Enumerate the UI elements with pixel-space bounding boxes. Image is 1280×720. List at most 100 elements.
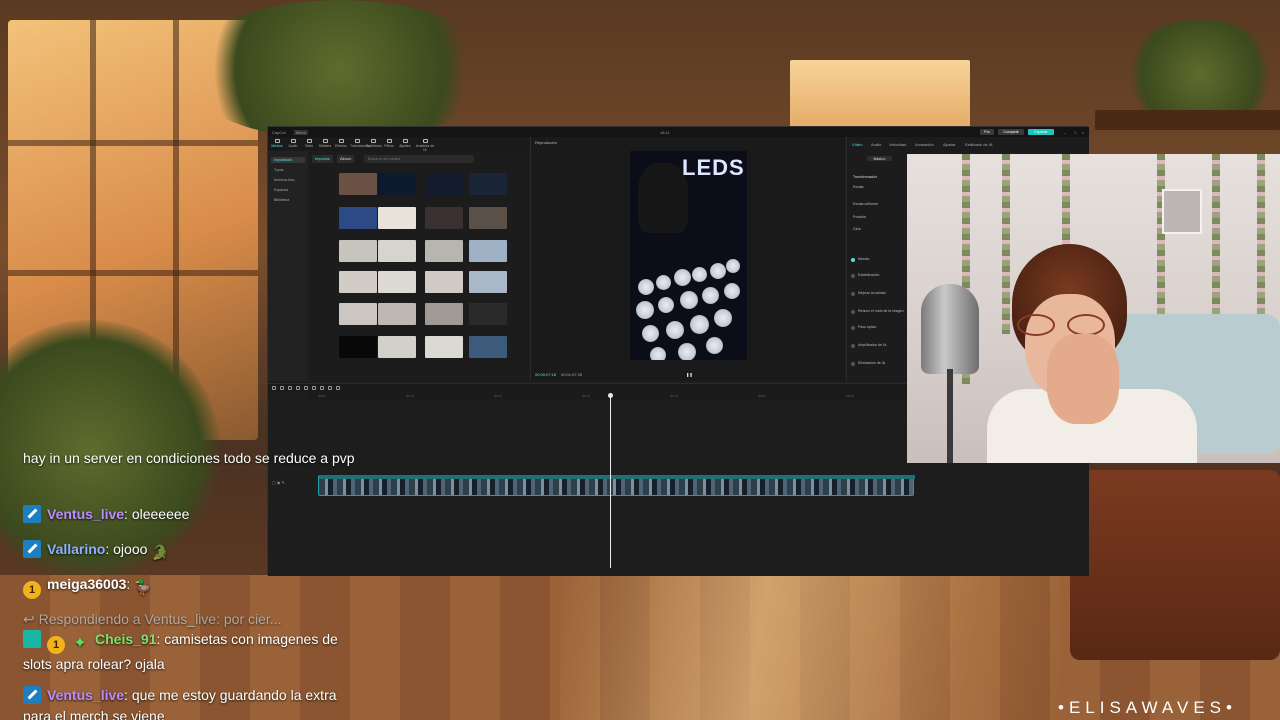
ruler-tick: 00:30 bbox=[582, 394, 590, 398]
share-button[interactable]: Compartir bbox=[998, 129, 1024, 135]
tab-velocidad[interactable]: Velocidad bbox=[889, 142, 906, 147]
tab-estilizado[interactable]: Estilizado de IA bbox=[965, 142, 993, 147]
media-thumbnail[interactable] bbox=[378, 336, 416, 358]
nav-transiciones[interactable]: Transiciones bbox=[350, 139, 370, 150]
split-left-icon[interactable] bbox=[304, 386, 308, 390]
tab-basico[interactable]: Básico bbox=[867, 156, 892, 161]
media-thumbnail[interactable] bbox=[469, 271, 507, 293]
sidebar-item-biblioteca[interactable]: Biblioteca bbox=[271, 197, 305, 203]
media-thumbnail[interactable] bbox=[469, 173, 507, 195]
label-amplificador: Amplificador de IA bbox=[858, 343, 887, 347]
media-thumbnail[interactable] bbox=[469, 207, 507, 229]
media-thumbnail[interactable] bbox=[378, 303, 416, 325]
background-plant-top bbox=[180, 0, 500, 140]
amplificador-toggle[interactable] bbox=[851, 344, 855, 348]
plate bbox=[666, 321, 684, 339]
sidebar-item-importacion[interactable]: Importación bbox=[271, 157, 305, 163]
import-button[interactable]: Importar bbox=[312, 155, 333, 163]
media-thumbnail[interactable] bbox=[469, 303, 507, 325]
media-thumbnail[interactable] bbox=[469, 240, 507, 262]
media-search-input[interactable]: Busca en los medios bbox=[364, 155, 474, 163]
delete-icon[interactable] bbox=[320, 386, 324, 390]
moderator-badge-icon bbox=[23, 686, 41, 704]
label-mezcla: Mezcla bbox=[858, 257, 870, 261]
video-preview[interactable]: LEDS bbox=[630, 151, 747, 360]
nav-ajustes[interactable]: Ajustes bbox=[398, 139, 412, 150]
undo-icon[interactable] bbox=[280, 386, 284, 390]
media-thumbnail[interactable] bbox=[339, 303, 377, 325]
marker-icon[interactable] bbox=[328, 386, 332, 390]
plate bbox=[674, 269, 691, 286]
chat-message: Ventus_live: que me estoy guardando la e… bbox=[23, 685, 363, 720]
sidebar-item-tuyos[interactable]: Tuyos bbox=[271, 167, 305, 173]
media-thumbnail[interactable] bbox=[378, 271, 416, 293]
streamer-hand bbox=[1047, 334, 1119, 424]
plate bbox=[702, 287, 719, 304]
paso-optico-toggle[interactable] bbox=[851, 326, 855, 330]
tab-ajustar[interactable]: Ajustar bbox=[943, 142, 955, 147]
media-thumbnail[interactable] bbox=[425, 173, 463, 195]
media-thumbnail[interactable] bbox=[339, 271, 377, 293]
crop-icon[interactable] bbox=[336, 386, 340, 390]
eliminacion-toggle[interactable] bbox=[851, 362, 855, 366]
grid-badge-icon bbox=[23, 630, 41, 648]
nav-avatares[interactable]: Avatares de IA bbox=[414, 139, 436, 152]
sidebar-item-espacios[interactable]: Espacios bbox=[271, 187, 305, 193]
nav-filtros[interactable]: Filtros bbox=[382, 139, 396, 150]
media-thumbnail[interactable] bbox=[425, 207, 463, 229]
tab-animacion[interactable]: Animación bbox=[915, 142, 934, 147]
media-thumbnail[interactable] bbox=[378, 207, 416, 229]
wall-frame bbox=[1162, 189, 1202, 234]
media-thumbnail[interactable] bbox=[378, 173, 416, 195]
label-posicion: Posición bbox=[853, 215, 867, 219]
video-person bbox=[638, 163, 688, 233]
nav-audio[interactable]: Audio bbox=[286, 139, 300, 150]
reply-arrow-icon: ↩ bbox=[23, 611, 35, 627]
media-thumbnail[interactable] bbox=[425, 336, 463, 358]
minimize-icon[interactable]: – bbox=[1064, 130, 1066, 135]
timeline-playhead[interactable] bbox=[608, 393, 613, 568]
sidebar-item-archivos[interactable]: Archivos bus... bbox=[271, 177, 305, 183]
moderator-badge-icon bbox=[23, 505, 41, 523]
editor-titlebar: CapCut Menú 18:11 Pro Compartir Exportar… bbox=[268, 127, 1089, 137]
media-thumbnail[interactable] bbox=[425, 303, 463, 325]
tab-video[interactable]: Vídeo bbox=[852, 142, 862, 147]
estabilizacion-toggle[interactable] bbox=[851, 274, 855, 278]
redo-icon[interactable] bbox=[288, 386, 292, 390]
media-thumbnail[interactable] bbox=[339, 336, 377, 358]
play-pause-icon[interactable]: ❚❚ bbox=[686, 372, 693, 377]
chat-message: 1 ✦ Cheis_91: camisetas con imagenes de sl… bbox=[23, 630, 338, 672]
nav-medios[interactable]: Medios bbox=[270, 139, 284, 150]
ruler-tick: 01:00 bbox=[846, 394, 854, 398]
media-thumbnail[interactable] bbox=[425, 240, 463, 262]
close-icon[interactable]: × bbox=[1082, 130, 1084, 135]
media-thumbnail[interactable] bbox=[339, 240, 377, 262]
split-icon[interactable] bbox=[296, 386, 300, 390]
media-thumbnail[interactable] bbox=[339, 207, 377, 229]
split-right-icon[interactable] bbox=[312, 386, 316, 390]
media-thumbnail[interactable] bbox=[425, 271, 463, 293]
plate bbox=[690, 315, 709, 334]
album-button[interactable]: Álbum bbox=[337, 155, 355, 163]
reducir-ruido-toggle[interactable] bbox=[851, 310, 855, 314]
nav-stickers[interactable]: Stickers bbox=[318, 139, 332, 150]
tab-audio[interactable]: Audio bbox=[871, 142, 881, 147]
maximize-icon[interactable]: □ bbox=[1074, 130, 1076, 135]
video-track-clips[interactable] bbox=[318, 475, 915, 496]
media-thumbnail[interactable] bbox=[339, 173, 377, 195]
export-button[interactable]: Exportar bbox=[1028, 129, 1054, 135]
media-thumbnail[interactable] bbox=[378, 240, 416, 262]
nav-texto[interactable]: Texto bbox=[302, 139, 316, 150]
mejorar-toggle[interactable] bbox=[851, 292, 855, 296]
label-estabilizacion: Estabilización bbox=[858, 273, 880, 277]
plate bbox=[726, 259, 740, 273]
ruler-tick: 00:00 bbox=[318, 394, 326, 398]
menu-button[interactable]: Menú bbox=[294, 130, 309, 135]
select-tool-icon[interactable] bbox=[272, 386, 276, 390]
nav-subtitulos[interactable]: Subtítulos bbox=[366, 139, 382, 150]
nav-efectos[interactable]: Efectos bbox=[334, 139, 348, 150]
label-paso-optico: Paso óptico bbox=[858, 325, 877, 329]
media-thumbnail[interactable] bbox=[469, 336, 507, 358]
mezcla-toggle[interactable] bbox=[851, 258, 855, 262]
pro-button[interactable]: Pro bbox=[980, 129, 994, 135]
